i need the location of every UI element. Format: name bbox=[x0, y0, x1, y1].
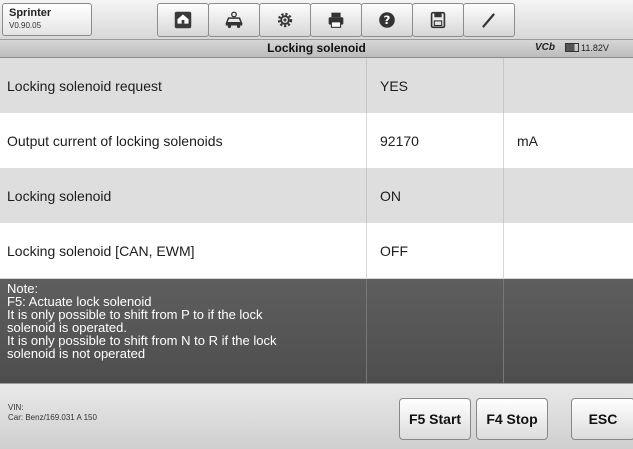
column-divider bbox=[366, 279, 367, 383]
title-bar: Locking solenoid VCb 11.82V bbox=[0, 40, 633, 58]
car-label: Car: Benz/169.031 A 150 bbox=[8, 413, 97, 422]
row-unit bbox=[503, 58, 633, 113]
row-name: Output current of locking solenoids bbox=[7, 132, 223, 149]
esc-button[interactable]: ESC bbox=[571, 398, 633, 440]
row-value: 92170 bbox=[366, 113, 503, 168]
row-unit: mA bbox=[503, 113, 633, 168]
printer-icon bbox=[328, 12, 344, 28]
column-divider bbox=[503, 279, 504, 383]
help-button[interactable]: ? bbox=[361, 3, 413, 37]
annotate-button[interactable] bbox=[463, 3, 515, 37]
settings-button[interactable] bbox=[259, 3, 311, 37]
battery-value: 11.82V bbox=[581, 43, 609, 53]
row-value: YES bbox=[366, 58, 503, 113]
row-value: ON bbox=[366, 168, 503, 223]
row-unit bbox=[503, 168, 633, 223]
f4-stop-button[interactable]: F4 Stop bbox=[476, 398, 548, 440]
vci-status: VCb bbox=[535, 42, 555, 53]
save-icon bbox=[430, 11, 446, 29]
note-text: Note: F5: Actuate lock solenoid It is on… bbox=[7, 282, 362, 360]
battery-voltage: 11.82V bbox=[565, 43, 609, 53]
row-value: OFF bbox=[366, 223, 503, 278]
gear-icon bbox=[277, 12, 293, 28]
vehicle-icon bbox=[225, 11, 243, 29]
app-name: Sprinter bbox=[9, 7, 52, 19]
home-button[interactable] bbox=[157, 3, 209, 37]
table-row[interactable]: Locking solenoid request YES bbox=[0, 58, 633, 114]
vin-label: VIN: bbox=[8, 403, 24, 412]
home-icon bbox=[174, 11, 192, 29]
row-name: Locking solenoid request bbox=[7, 77, 162, 94]
row-unit bbox=[503, 223, 633, 278]
save-button[interactable] bbox=[412, 3, 464, 37]
f5-start-button[interactable]: F5 Start bbox=[399, 398, 471, 440]
vehicle-menu-button[interactable] bbox=[208, 3, 260, 37]
app-version: V0.90.05 bbox=[9, 21, 42, 30]
table-row[interactable]: Locking solenoid ON bbox=[0, 168, 633, 224]
help-icon: ? bbox=[379, 12, 395, 28]
table-row[interactable]: Output current of locking solenoids 9217… bbox=[0, 113, 633, 169]
row-name: Locking solenoid bbox=[7, 187, 112, 204]
top-toolbar: Sprinter V0.90.05 ? bbox=[0, 0, 633, 40]
row-name: Locking solenoid [CAN, EWM] bbox=[7, 242, 195, 259]
pen-icon bbox=[482, 13, 495, 28]
app-info: Sprinter V0.90.05 bbox=[2, 3, 92, 36]
svg-text:?: ? bbox=[384, 13, 391, 27]
note-line: solenoid is not operated bbox=[7, 346, 146, 361]
print-button[interactable] bbox=[310, 3, 362, 37]
table-row[interactable]: Locking solenoid [CAN, EWM] OFF bbox=[0, 223, 633, 279]
note-panel: Note: F5: Actuate lock solenoid It is on… bbox=[0, 279, 633, 383]
bottom-bar: VIN: Car: Benz/169.031 A 150 F5 Start F4… bbox=[0, 383, 633, 449]
battery-icon bbox=[565, 43, 579, 52]
